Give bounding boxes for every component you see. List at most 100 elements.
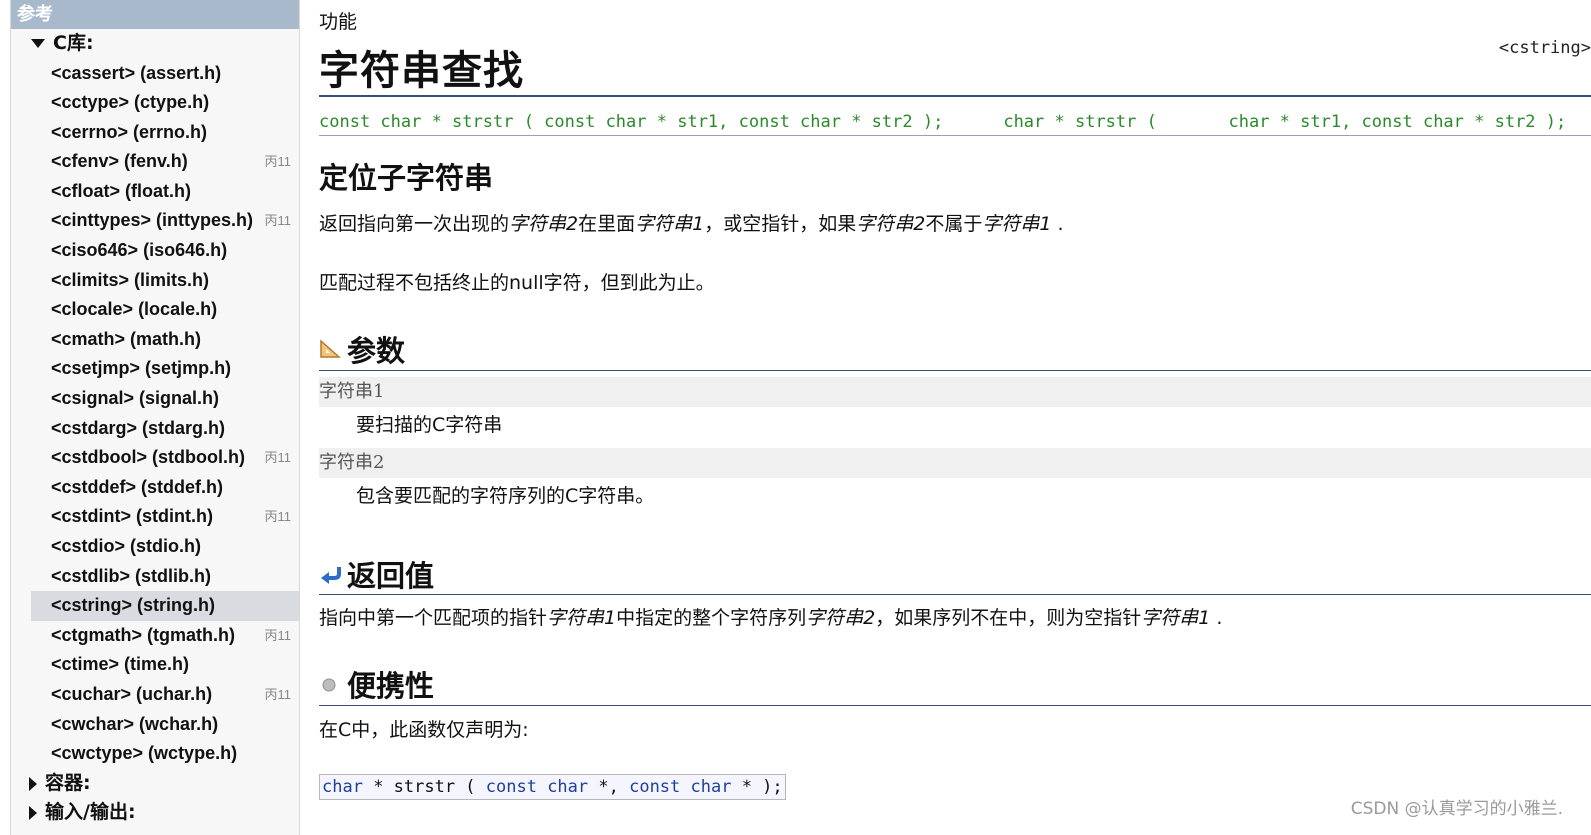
sidebar-item[interactable]: <csetjmp> (setjmp.h) [11, 354, 299, 384]
expand-right-icon[interactable] [29, 776, 37, 791]
portability-section-title: 便携性 [319, 663, 434, 705]
returns-title-text: 返回值 [347, 559, 435, 593]
sidebar-item-label: <csignal> (signal.h) [51, 388, 220, 409]
desc-text: . [1051, 213, 1064, 235]
sidebar-item-label: <cassert> (assert.h) [51, 62, 222, 83]
sidebar-item[interactable]: <climits> (limits.h) [11, 266, 299, 296]
title-divider [319, 95, 1591, 97]
subtitle: 定位子字符串 [319, 161, 494, 195]
sidebar-item-label: <cstdlib> (stdlib.h) [51, 565, 212, 586]
standard-badge: 丙11 [264, 686, 292, 702]
returns-paragraph: 指向中第一个匹配项的指针字符串1中指定的整个字符序列字符串2，如果序列不在中，则… [319, 603, 1222, 630]
description-paragraph: 返回指向第一次出现的字符串2在里面字符串1，或空指针，如果字符串2不属于字符串1… [319, 209, 1064, 236]
param-ref: 字符串2 [806, 607, 876, 629]
param-ref: 字符串2 [856, 213, 926, 235]
code-token: const char [629, 777, 732, 797]
expand-down-icon[interactable] [31, 39, 45, 49]
sidebar-item[interactable]: <ctime> (time.h) [11, 650, 299, 680]
code-token: * ); [731, 777, 783, 797]
sidebar-item-label: <csetjmp> (setjmp.h) [51, 358, 232, 379]
param-ref: 字符串1 [982, 213, 1052, 235]
code-token: * strstr ( [362, 777, 486, 797]
prototype-cpp: char * strstr ( char * str1, const char … [1003, 112, 1567, 132]
sidebar-item[interactable]: <cuchar> (uchar.h) 丙11 [11, 680, 299, 710]
sidebar-item[interactable]: <cassert> (assert.h) [11, 59, 299, 89]
sidebar-group-label: C库: [53, 32, 94, 54]
standard-badge: 丙11 [264, 627, 292, 643]
sidebar-item[interactable]: <cstdarg> (stdarg.h) [11, 414, 299, 444]
sidebar-item[interactable]: <cerrno> (errno.h) [11, 118, 299, 148]
c-declaration-code: char * strstr ( const char *, const char… [319, 774, 786, 800]
sidebar-group-io[interactable]: 输入/输出: [11, 798, 299, 828]
sidebar-item[interactable]: <cstring> (string.h) [31, 591, 299, 621]
param-ref: 字符串1 [547, 607, 617, 629]
sidebar-item-label: <clocale> (locale.h) [51, 299, 218, 320]
standard-badge: 丙11 [264, 154, 292, 170]
desc-text: 返回指向第一次出现的 [319, 213, 510, 235]
sidebar-item[interactable]: <cctype> (ctype.h) [11, 88, 299, 118]
desc-text: ，如果序列不在中，则为空指针 [875, 607, 1142, 629]
entry-kind-label: 功能 [319, 11, 358, 33]
sidebar-item[interactable]: <ciso646> (iso646.h) [11, 236, 299, 266]
sidebar-item[interactable]: <cwctype> (wctype.h) [11, 739, 299, 769]
sidebar-item-label: <ciso646> (iso646.h) [51, 240, 228, 261]
sidebar-item[interactable]: <cinttypes> (inttypes.h) 丙11 [11, 206, 299, 236]
desc-text: 不属于 [925, 213, 983, 235]
portability-title-text: 便携性 [347, 669, 435, 703]
watermark: CSDN @认真学习的小雅兰. [1350, 799, 1563, 819]
sidebar-item-label: <cmath> (math.h) [51, 328, 202, 349]
param-ref: 字符串1 [635, 213, 705, 235]
sidebar: 参考 C库: <cassert> (assert.h) <cctype> (cty… [10, 0, 300, 835]
desc-text: 在里面 [578, 213, 636, 235]
sidebar-item[interactable]: <clocale> (locale.h) [11, 295, 299, 325]
bullet-dot-icon [322, 678, 336, 692]
sidebar-item-label: <cstdbool> (stdbool.h) [51, 447, 245, 468]
sidebar-item[interactable]: <cstdint> (stdint.h) 丙11 [11, 502, 299, 532]
sidebar-item[interactable]: <ctgmath> (tgmath.h) 丙11 [11, 621, 299, 651]
desc-text: 指向中第一个匹配项的指针 [319, 607, 548, 629]
desc-text: ，或空指针，如果 [704, 213, 857, 235]
sidebar-item-label: <cfloat> (float.h) [51, 180, 192, 201]
portability-text: 在C中，此函数仅声明为: [319, 719, 529, 741]
sidebar-item-label: <cinttypes> (inttypes.h) [51, 210, 254, 231]
sidebar-item[interactable]: <cmath> (math.h) [11, 325, 299, 355]
sidebar-item[interactable]: <cwchar> (wchar.h) [11, 710, 299, 740]
standard-badge: 丙11 [264, 509, 292, 525]
prototype-c: const char * strstr ( const char * str1,… [319, 112, 944, 132]
ruler-icon [320, 339, 341, 358]
param-desc: 包含要匹配的字符序列的C字符串。 [356, 485, 655, 507]
main-content: 功能 字符串查找 <cstring> const char * strstr (… [319, 0, 1591, 835]
expand-right-icon[interactable] [29, 806, 37, 820]
sidebar-item[interactable]: <cstddef> (stddef.h) [11, 473, 299, 503]
sidebar-item-label: <cfenv> (fenv.h) [51, 151, 188, 172]
sidebar-item[interactable]: <cstdlib> (stdlib.h) [11, 562, 299, 592]
code-token: char [322, 777, 363, 797]
page-title: 字符串查找 [319, 48, 524, 94]
sidebar-item[interactable]: <cfloat> (float.h) [11, 177, 299, 207]
sidebar-group-clib[interactable]: C库: [11, 29, 299, 59]
sidebar-item[interactable]: <cstdio> (stdio.h) [11, 532, 299, 562]
description-note: 匹配过程不包括终止的null字符，但到此为止。 [319, 272, 715, 294]
sidebar-group-containers[interactable]: 容器: [11, 769, 299, 799]
return-arrow-icon [321, 567, 341, 584]
params-divider [319, 370, 1591, 371]
param-ref: 字符串1 [1141, 607, 1211, 629]
prototype-block: const char * strstr ( const char * str1,… [319, 112, 1566, 132]
standard-badge: 丙11 [264, 450, 292, 466]
desc-text: . [1210, 607, 1223, 629]
sidebar-item-label: <cstdint> (stdint.h) [51, 506, 213, 527]
sidebar-item-label: <cstring> (string.h) [51, 595, 216, 616]
sidebar-item[interactable]: <cstdbool> (stdbool.h) 丙11 [11, 443, 299, 473]
desc-text: 中指定的整个字符序列 [616, 607, 807, 629]
header-name[interactable]: <cstring> [1499, 38, 1591, 58]
sidebar-header: 参考 [11, 0, 299, 29]
sidebar-item-label: <climits> (limits.h) [51, 269, 210, 290]
sidebar-item[interactable]: <cfenv> (fenv.h) 丙11 [11, 147, 299, 177]
sidebar-item-label: <ctime> (time.h) [51, 654, 190, 675]
sidebar-item-label: <cwchar> (wchar.h) [51, 713, 219, 734]
params-title-text: 参数 [347, 334, 406, 368]
sidebar-item[interactable]: <csignal> (signal.h) [11, 384, 299, 414]
sidebar-group-label: 容器: [45, 771, 91, 794]
sidebar-item-label: <cctype> (ctype.h) [51, 92, 210, 113]
portability-divider [319, 705, 1591, 706]
